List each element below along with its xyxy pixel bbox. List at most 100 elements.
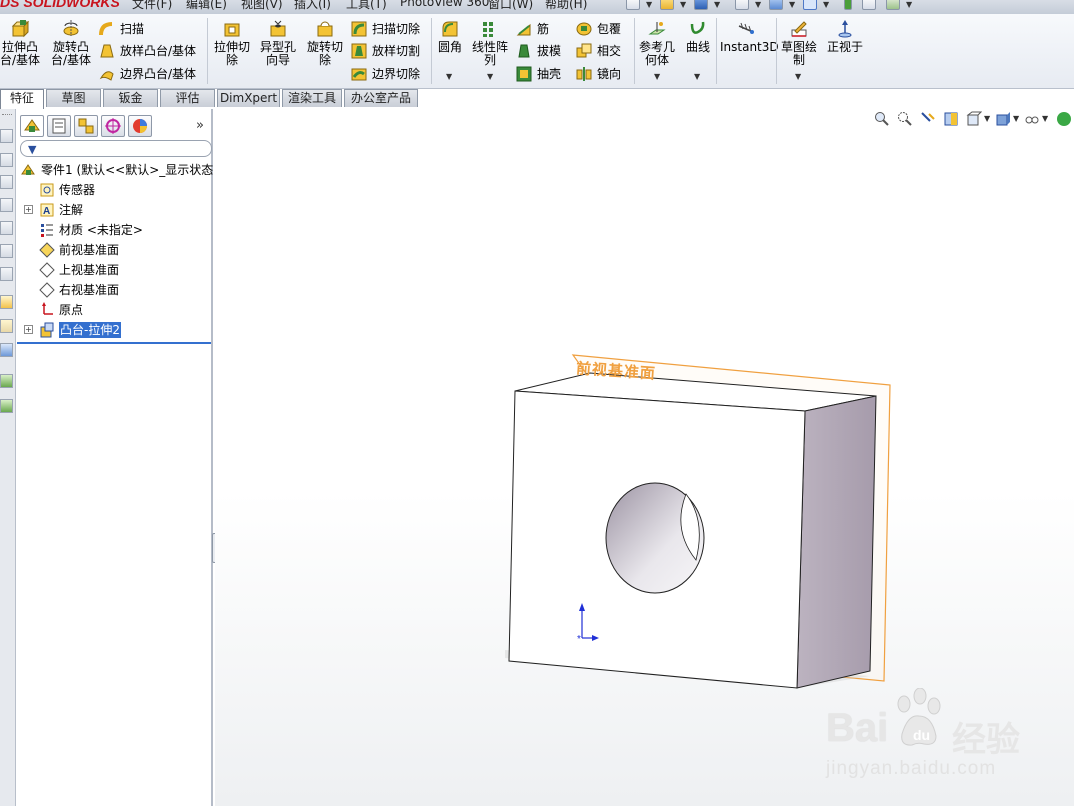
hole-wizard-button[interactable]: 异型孔 向导 [257,18,299,67]
menu-help[interactable]: 帮助(H) [545,0,587,12]
view-box-icon[interactable] [0,244,13,258]
tab-office-products[interactable]: 办公室产品 [344,89,418,107]
wrap-button[interactable]: 包覆 [576,19,621,39]
rib-button[interactable]: 筋 [516,19,549,39]
chevron-down-icon[interactable]: ▼ [789,0,795,9]
linear-pattern-button[interactable]: 线性阵 列 [469,18,511,67]
menu-insert[interactable]: 插入(I) [294,0,331,12]
rollback-bar[interactable] [17,342,211,344]
model-side-face[interactable] [796,395,877,689]
view-box-icon[interactable] [0,153,13,167]
tree-item-origin[interactable]: 原点 [17,300,211,320]
chevron-down-icon[interactable]: ▼ [755,0,761,9]
normal-to-button[interactable]: 正视于 [824,18,866,54]
view-box-icon[interactable] [0,175,13,189]
separator [716,18,717,84]
view-box-icon[interactable] [0,221,13,235]
view-box-icon[interactable] [0,198,13,212]
instant3d-button[interactable]: Instant3D [720,18,779,54]
menu-edit[interactable]: 编辑(E) [186,0,227,12]
sketch-button[interactable]: 草图绘 制 [780,18,818,67]
rebuild-icon[interactable] [844,0,852,10]
property-manager-tab-icon[interactable] [47,115,71,137]
fillet-button[interactable]: 圆角 [436,18,464,54]
sweep-cut-button[interactable]: 扫描切除 [351,19,420,39]
tree-item-right-plane[interactable]: 右视基准面 [17,280,211,300]
sweep-cut-label: 扫描切除 [372,22,421,36]
tree-item-front-plane[interactable]: 前视基准面 [17,240,211,260]
feature-tree-tab-icon[interactable] [20,115,44,137]
menu-window[interactable]: 窗口(W) [488,0,533,12]
loft-boss-button[interactable]: 放样凸台/基体 [99,41,196,61]
tree-item-annotations[interactable]: + A 注解 [17,200,211,220]
pencil-icon[interactable] [0,295,13,309]
chevron-down-icon[interactable]: ▼ [823,0,829,9]
view-box-icon[interactable] [0,129,13,143]
feature-tool-icon[interactable] [0,399,13,413]
expand-panel-icon[interactable]: » [196,118,204,133]
menu-view[interactable]: 视图(V) [241,0,283,12]
open-folder-icon[interactable] [660,0,674,10]
expand-plus-icon[interactable]: + [24,325,33,334]
intersect-button[interactable]: 相交 [576,41,621,61]
extrude-cut-button[interactable]: 拉伸切 除 [212,18,252,67]
tree-item-material[interactable]: 材质 <未指定> [17,220,211,240]
tab-sheet-metal[interactable]: 钣金 [103,89,158,107]
undo-icon[interactable] [769,0,783,10]
print-icon[interactable] [735,0,749,10]
chevron-down-icon[interactable]: ▼ [795,72,801,81]
loft-cut-button[interactable]: 放样切割 [351,41,420,61]
filter-funnel-icon: ▼ [28,143,37,156]
chevron-down-icon[interactable]: ▼ [714,0,720,9]
tree-item-top-plane[interactable]: 上视基准面 [17,260,211,280]
hole-wizard-icon [270,20,286,37]
chevron-down-icon[interactable]: ▼ [906,0,912,9]
revolve-boss-button[interactable]: 旋转凸 台/基体 [50,18,92,67]
boundary-cut-button[interactable]: 边界切除 [351,64,420,84]
extrude-boss-button[interactable]: 拉伸凸 台/基体 [0,18,40,67]
menu-file[interactable]: 文件(F) [132,0,172,12]
chevron-down-icon[interactable]: ▼ [446,72,452,81]
draft-button[interactable]: 拔模 [516,41,561,61]
sweep-button[interactable]: 扫描 [99,19,144,39]
shell-button[interactable]: 抽壳 [516,64,561,84]
display-manager-tab-icon[interactable] [128,115,152,137]
chevron-down-icon[interactable]: ▼ [487,72,493,81]
extrude-cut-icon [224,23,240,37]
tab-sketch[interactable]: 草图 [46,89,101,107]
chevron-down-icon[interactable]: ▼ [646,0,652,9]
feature-tool-icon[interactable] [0,374,13,388]
view-iso-icon[interactable] [0,267,13,281]
boundary-cut-icon [351,68,367,81]
tree-item-boss-extrude[interactable]: + 凸台-拉伸2 [17,320,211,340]
dimxpert-manager-tab-icon[interactable] [101,115,125,137]
sketch-tool-icon[interactable] [0,343,13,357]
select-pointer-icon[interactable] [803,0,817,10]
mirror-button[interactable]: 镜向 [576,64,621,84]
new-doc-icon[interactable] [626,0,640,10]
menu-photoview[interactable]: PhotoView 360 [400,0,489,9]
tree-item-part[interactable]: 零件1 (默认<<默认>_显示状态 [17,160,213,180]
menu-tools[interactable]: 工具(T) [346,0,387,12]
chevron-down-icon[interactable]: ▼ [680,0,686,9]
draft-icon [518,44,530,58]
file-properties-icon[interactable] [862,0,876,10]
tab-dimxpert[interactable]: DimXpert [217,89,280,107]
tree-item-sensors[interactable]: 传感器 [17,180,211,200]
chevron-down-icon[interactable]: ▼ [654,72,660,81]
tab-evaluate[interactable]: 评估 [160,89,215,107]
chevron-down-icon[interactable]: ▼ [694,72,700,81]
tab-features[interactable]: 特征 [0,89,44,109]
save-icon[interactable] [694,0,708,10]
options-icon[interactable] [886,0,900,10]
revolve-cut-button[interactable]: 旋转切 除 [304,18,346,67]
watermark-url: jingyan.baidu.com [826,758,997,779]
expand-plus-icon[interactable]: + [24,205,33,214]
curves-button[interactable]: 曲线 [684,18,712,54]
feature-filter-input[interactable]: ▼ [20,140,212,157]
tab-render-tools[interactable]: 渲染工具 [282,89,342,107]
boundary-boss-button[interactable]: 边界凸台/基体 [99,64,196,84]
pencil-icon[interactable] [0,319,13,333]
reference-geometry-button[interactable]: 参考几 何体 [638,18,676,67]
configuration-manager-tab-icon[interactable] [74,115,98,137]
